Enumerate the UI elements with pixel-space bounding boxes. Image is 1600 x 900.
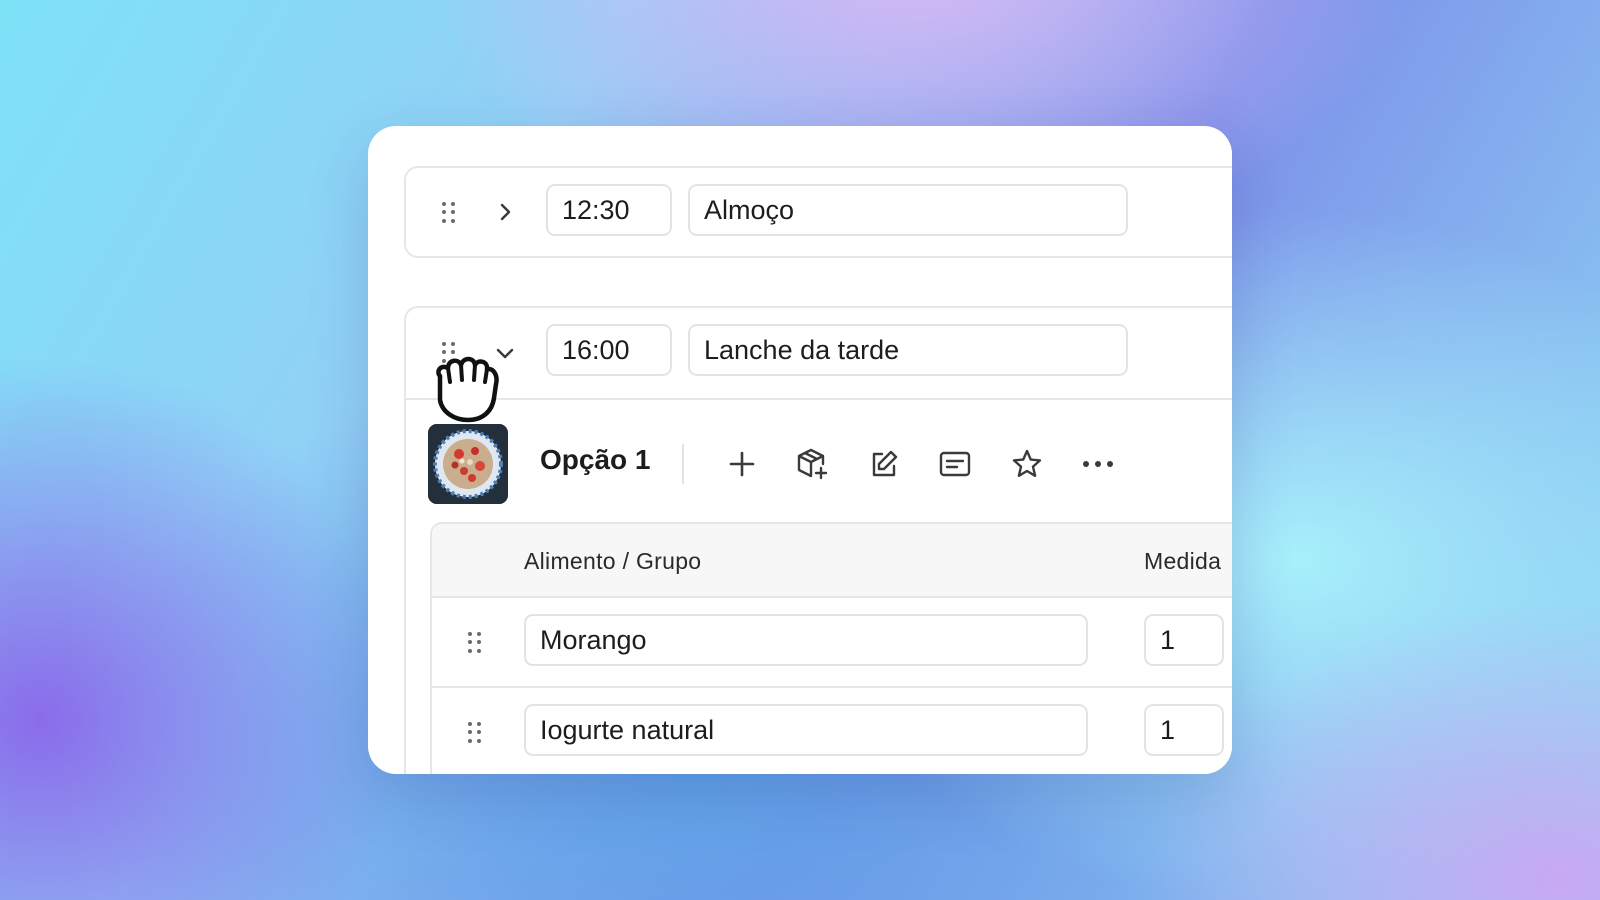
table-row: Morango 1 <box>432 598 1232 688</box>
edit-icon[interactable] <box>866 446 902 482</box>
food-measure-input[interactable]: 1 <box>1144 704 1224 756</box>
meal-plan-card: 12:30 Almoço 16:00 Lanche da tarde Opção… <box>368 126 1232 774</box>
note-icon[interactable] <box>937 446 973 482</box>
option-title: Opção 1 <box>540 444 651 475</box>
column-header-measure: Medida <box>1144 548 1222 574</box>
plus-icon[interactable] <box>724 446 760 482</box>
more-icon[interactable] <box>1080 446 1116 482</box>
food-name-input[interactable]: Morango <box>524 614 1088 666</box>
star-icon[interactable] <box>1009 446 1045 482</box>
meal-block-afternoon-snack: 16:00 Lanche da tarde Opção 1 Alimento /… <box>404 306 1232 774</box>
food-name-input[interactable]: Iogurte natural <box>524 704 1088 756</box>
food-table: Alimento / Grupo Medida Morango 1 Iogurt… <box>430 522 1232 774</box>
table-row: Iogurte natural 1 <box>432 688 1232 774</box>
drag-handle-icon[interactable] <box>442 202 456 224</box>
meal-name-input[interactable]: Lanche da tarde <box>688 324 1128 376</box>
meal-block-lunch: 12:30 Almoço <box>404 166 1232 258</box>
grab-cursor-icon <box>436 356 499 423</box>
drag-handle-icon[interactable] <box>468 632 482 654</box>
chevron-right-icon[interactable] <box>494 201 516 223</box>
meal-time-input[interactable]: 16:00 <box>546 324 672 376</box>
table-header: Alimento / Grupo Medida <box>432 524 1232 598</box>
food-measure-input[interactable]: 1 <box>1144 614 1224 666</box>
column-header-food: Alimento / Grupo <box>524 548 702 574</box>
toolbar-separator <box>682 444 684 484</box>
divider <box>406 398 1232 400</box>
meal-name-input[interactable]: Almoço <box>688 184 1128 236</box>
package-add-icon[interactable] <box>794 446 830 482</box>
meal-time-input[interactable]: 12:30 <box>546 184 672 236</box>
drag-handle-icon[interactable] <box>468 722 482 744</box>
option-photo[interactable] <box>428 424 508 504</box>
